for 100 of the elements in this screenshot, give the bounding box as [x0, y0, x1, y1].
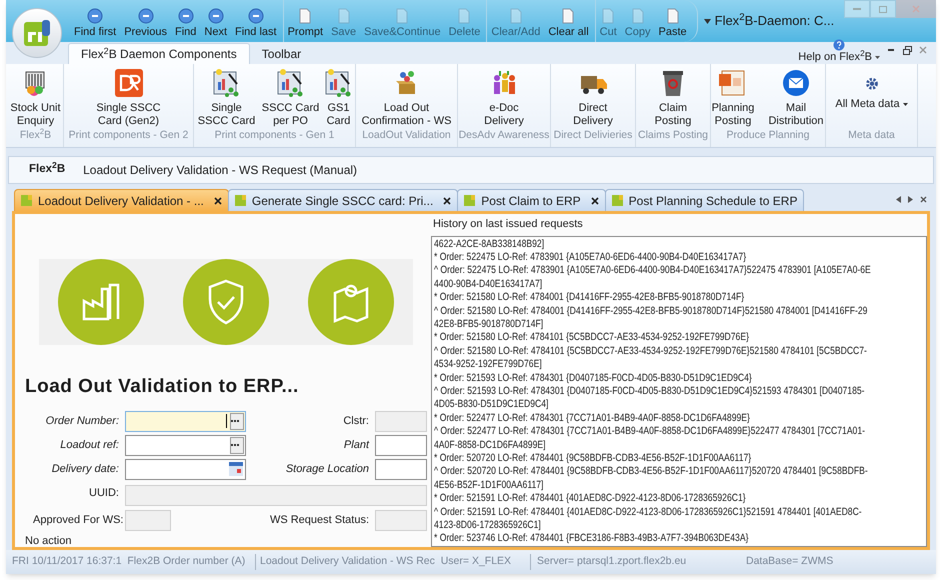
document-tab[interactable]: Loadout Delivery Validation - ...: [14, 189, 229, 211]
close-icon: [920, 196, 927, 203]
document-tab[interactable]: Post Planning Schedule to ERP: [604, 189, 804, 211]
history-line: ^ Order: 521580 LO-Ref: 4784001 {D41416FF-2955-42E8-BFB5-9018780D714F}521580 4784001 [D41416FF-29: [434, 304, 868, 318]
input-field[interactable]: [375, 434, 427, 456]
fb-logo-icon: [21, 195, 32, 206]
factory-icon: [58, 259, 144, 345]
ribbon-button[interactable]: e-Doc Delivery: [479, 68, 529, 128]
document-icon: [560, 8, 576, 24]
document-tab[interactable]: Post Claim to ERP: [457, 189, 606, 211]
input-field[interactable]: [375, 458, 427, 480]
brand-label: Flex$^{2}$B: [29, 161, 66, 178]
history-line: ^ Order: 521591 LO-Ref: 4784401 {401AED8C-D922-4123-8D06-1728365926C1}521591 4784401 [401AED8C-: [434, 506, 862, 520]
ribbon-button[interactable]: Load Out Confirmation - WS: [358, 68, 454, 128]
window-title: Flex$^{2}$B-Daemon: C...: [714, 11, 834, 30]
history-line: ^ Order: 521580 LO-Ref: 4784101 {5C5BDCC7-AE33-4534-9252-192FE799D76E}521580 4784101 [5C5BDCC7-: [434, 344, 867, 358]
history-line: * Order: 521580 LO-Ref: 4784101 {5C5BDCC7-AE33-4534-9252-192FE799D76E}: [434, 331, 749, 345]
dr-logo-icon: [112, 68, 144, 98]
ribbon-button[interactable]: All Meta data: [832, 68, 912, 111]
ellipsis-button[interactable]: [230, 436, 244, 454]
group-label: DesAdv Awareness: [458, 128, 550, 144]
history-line: 4400-90B4-D40E163417A7]: [434, 278, 542, 292]
input-field[interactable]: [125, 458, 246, 480]
document-icon: [630, 8, 646, 24]
ribbon-button[interactable]: Planning Posting: [707, 68, 759, 128]
document-icon: [456, 8, 472, 24]
input-field[interactable]: [125, 434, 246, 456]
group-label: LoadOut Validation: [362, 128, 451, 144]
field-label: Clstr:: [342, 414, 369, 429]
close-icon: [919, 46, 927, 54]
calendar-button[interactable]: [229, 462, 243, 476]
document-icon: [336, 8, 352, 24]
left-arrow-icon: [896, 196, 901, 203]
maximize-button[interactable]: [870, 0, 896, 18]
ribbon-button[interactable]: Claim Posting: [649, 68, 697, 128]
group-label: Print components - Gen 2: [68, 128, 188, 144]
help-button[interactable]: Help on Flex$^{2}$B: [798, 39, 880, 63]
calendar-icon: [229, 462, 243, 476]
fb-logo-icon: [234, 195, 246, 206]
help-icon: [833, 39, 846, 51]
group-label: Flex$^{2}$B: [20, 128, 52, 144]
field-label: UUID:: [88, 486, 119, 501]
history-line: 4534-9252-192FE799D76E]: [434, 358, 542, 372]
toolbar-button[interactable]: Find first: [70, 0, 120, 42]
history-line: * Order: 521593 LO-Ref: 4784301 {D0407185-F0CD-4D05-B830-D51D9C1ED9C4}: [434, 372, 752, 385]
toolbar-button[interactable]: Clear all: [544, 0, 593, 42]
toolbar-button[interactable]: Previous: [120, 0, 171, 42]
ribbon-button[interactable]: Single SSCC Card (Gen2): [94, 68, 164, 128]
field-label: WS Request Status:: [268, 512, 369, 528]
toolbar-button[interactable]: Paste: [654, 0, 691, 42]
toolbar-button[interactable]: Find: [170, 0, 200, 42]
document-icon: [664, 8, 681, 24]
history-line: 4E56-B52F-1D1F00AA6117]: [434, 478, 544, 492]
toolbar-button[interactable]: Find last: [231, 0, 281, 42]
history-line: ^ Order: 522477 LO-Ref: 4784301 {7CC71A01-B4B9-4A0F-8858-DC1D6FA4899E}522477 4784301 [7CC71A01-: [434, 425, 865, 439]
ribbon-tab[interactable]: Flex$^{2}$B Daemon Components: [68, 43, 250, 64]
history-line: * Order: 522475 LO-Ref: 4783901 {A105E7A0-6ED6-4400-90B4-D40E163417A7}: [434, 250, 746, 264]
fb-logo-icon: [612, 195, 623, 206]
text-cursor: [226, 414, 227, 428]
logo-icon: [22, 18, 52, 48]
circle-icon: [178, 8, 194, 24]
status-text: DataBase= ZWMS: [745, 554, 834, 570]
history-line: ^ Order: 520720 LO-Ref: 4784401 {9C58BDFB-CDB3-4E56-B52F-1D1F00AA6117}520720 4784401 [9C58BDFB-: [434, 465, 868, 479]
shield-check-icon: [182, 259, 269, 345]
toolbar-button[interactable]: Next: [200, 0, 232, 42]
minimize-icon: [853, 8, 861, 10]
group-label: Meta data: [848, 128, 895, 144]
history-line: * Order: 520720 LO-Ref: 4784401 {9C58BDFB-CDB3-4E56-B52F-1D1F00AA6117}: [434, 452, 752, 466]
ellipsis-button[interactable]: [230, 412, 244, 430]
document-icon: [600, 8, 616, 24]
toolbar-button[interactable]: Prompt: [284, 0, 328, 42]
fb-logo-icon: [464, 195, 476, 206]
restore-button[interactable]: [902, 45, 912, 55]
status-text: No action: [25, 534, 72, 548]
ribbon-button[interactable]: Direct Delivery: [563, 68, 623, 128]
minimize-icon: [888, 49, 894, 51]
right-arrow-icon: [908, 196, 913, 203]
ribbon-button[interactable]: GS1 Card: [324, 68, 354, 128]
status-text: Loadout Delivery Validation - WS Rec User= X_FLEX: [256, 554, 531, 570]
history-line: 4D05-B830-D51D9C1ED9C4]: [434, 398, 548, 412]
ribbon-button[interactable]: Mail Distribution: [763, 68, 829, 128]
page-title: Loadout Delivery Validation - WS Request (Manual): [83, 162, 358, 179]
group-label: Claims Posting: [638, 128, 708, 144]
ribbon-button[interactable]: SSCC Card per PO: [262, 68, 320, 128]
ribbon-button[interactable]: Stock Unit Enquiry: [8, 68, 62, 128]
document-tab[interactable]: Generate Single SSCC card: Pri...: [228, 189, 458, 211]
input-field[interactable]: [125, 410, 246, 432]
ribbon-button[interactable]: Single SSCC Card: [196, 68, 258, 128]
ribbon-tab[interactable]: Toolbar: [250, 43, 314, 64]
circle-icon: [208, 8, 224, 24]
history-line: 4A0F-8858-DC1D6FA4899E]: [434, 438, 546, 452]
scroll-left-button[interactable]: [896, 194, 904, 204]
map-pin-icon: [308, 259, 394, 345]
history-line: 4123-8D06-1728365926C1]: [434, 519, 541, 532]
history-line: 42E8-BFB5-9018780D714F]: [434, 318, 544, 332]
caret-icon: [704, 18, 711, 24]
mail-icon: [780, 68, 812, 98]
group-label: Produce Planning: [726, 128, 810, 144]
history-line: 4622-A2CE-8AB338148B92]: [434, 238, 544, 251]
history-line: * Order: 521591 LO-Ref: 4784401 {401AED8C-D922-4123-8D06-1728365926C1}: [434, 492, 746, 506]
